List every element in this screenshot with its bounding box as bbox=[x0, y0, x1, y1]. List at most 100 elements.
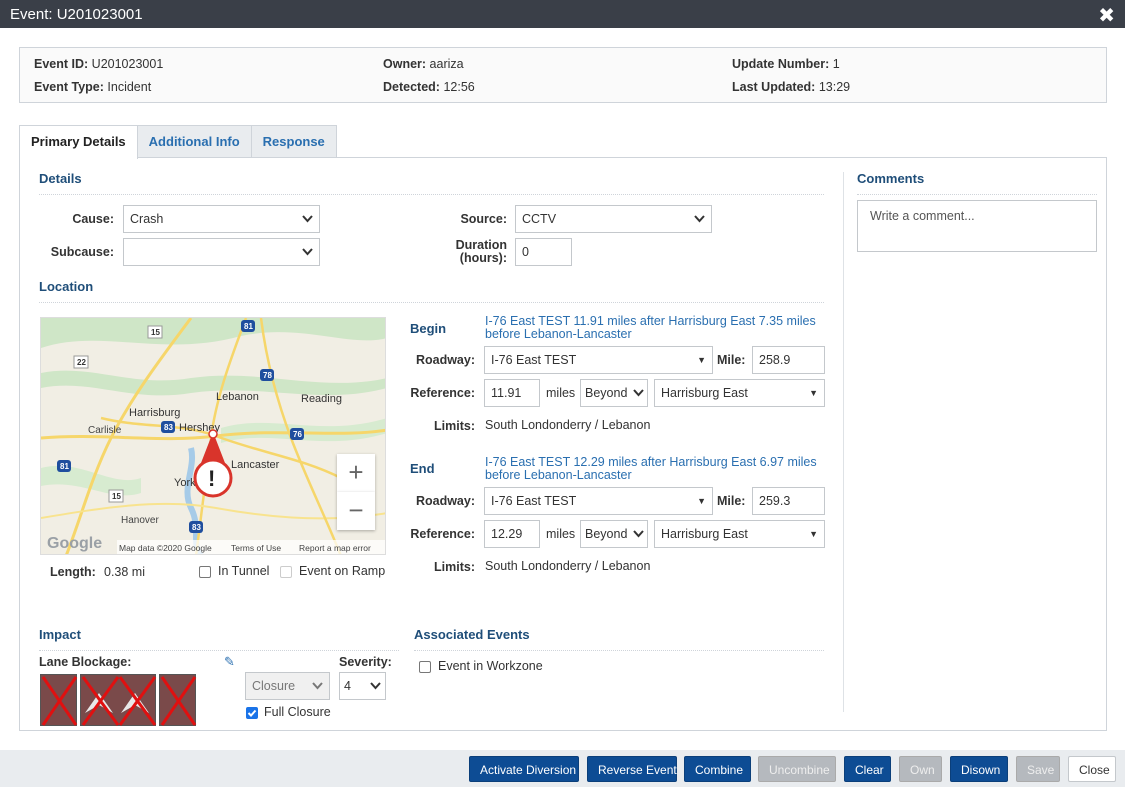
details-title: Details bbox=[39, 171, 82, 186]
save-button[interactable]: Save bbox=[1016, 756, 1060, 782]
lane-blocked-icon[interactable] bbox=[40, 674, 78, 726]
begin-limits-value: South Londonderry / Lebanon bbox=[485, 418, 651, 432]
route-shield: 83 bbox=[192, 523, 201, 532]
event-type: Event Type: Incident bbox=[34, 80, 152, 94]
chevron-down-icon bbox=[633, 521, 644, 547]
own-button[interactable]: Own bbox=[899, 756, 942, 782]
activate-diversion-button[interactable]: Activate Diversion bbox=[469, 756, 579, 782]
begin-reference-label: Reference: bbox=[410, 386, 475, 400]
cause-select[interactable]: Crash bbox=[123, 205, 320, 233]
reverse-event-button[interactable]: Reverse Event bbox=[587, 756, 677, 782]
tab-response[interactable]: Response bbox=[250, 125, 337, 158]
route-shield: 15 bbox=[112, 492, 121, 501]
associated-events-title: Associated Events bbox=[414, 627, 530, 642]
uncombine-button[interactable]: Uncombine bbox=[758, 756, 836, 782]
chevron-down-icon bbox=[302, 239, 313, 265]
caret-down-icon: ▼ bbox=[697, 496, 706, 506]
location-title: Location bbox=[39, 279, 94, 294]
event-summary: Event ID: U201023001 Event Type: Inciden… bbox=[19, 47, 1107, 103]
column-divider bbox=[843, 172, 844, 712]
impact-divider bbox=[39, 650, 399, 651]
begin-ref-point-select[interactable]: Harrisburg East ▼ bbox=[654, 379, 825, 407]
end-miles-unit: miles bbox=[546, 527, 576, 541]
source-select[interactable]: CCTV bbox=[515, 205, 712, 233]
lane-blockage-label: Lane Blockage: bbox=[39, 655, 132, 669]
begin-roadway-select[interactable]: I-76 East TEST ▼ bbox=[484, 346, 713, 374]
full-closure-checkbox[interactable] bbox=[246, 707, 258, 719]
route-shield: 76 bbox=[293, 430, 302, 439]
map-label: Lancaster bbox=[231, 459, 280, 471]
in-tunnel-label: In Tunnel bbox=[218, 564, 270, 578]
map-zoom-out-button[interactable]: − bbox=[337, 492, 375, 530]
event-id: Event ID: U201023001 bbox=[34, 57, 164, 71]
lane-blocked-icon[interactable] bbox=[159, 674, 197, 726]
location-divider bbox=[39, 302, 824, 303]
closure-select[interactable]: Closure bbox=[245, 672, 330, 700]
begin-mile-input[interactable]: 258.9 bbox=[752, 346, 825, 374]
begin-direction-select[interactable]: Beyond bbox=[580, 379, 648, 407]
google-logo: Google bbox=[47, 535, 102, 552]
end-limits-label: Limits: bbox=[434, 560, 475, 574]
end-mile-input[interactable]: 259.3 bbox=[752, 487, 825, 515]
owner: Owner: aariza bbox=[383, 57, 464, 71]
details-divider bbox=[39, 194, 824, 195]
map-label: Harrisburg bbox=[129, 407, 180, 419]
event-on-ramp-checkbox[interactable] bbox=[280, 566, 292, 578]
duration-input[interactable]: 0 bbox=[515, 238, 572, 266]
route-shield: 81 bbox=[244, 322, 253, 331]
end-description-link[interactable]: I-76 East TEST 12.29 miles after Harrisb… bbox=[485, 456, 830, 482]
begin-miles-unit: miles bbox=[546, 386, 576, 400]
length-label: Length: bbox=[50, 565, 96, 579]
close-icon[interactable]: ✖ bbox=[1098, 3, 1115, 28]
route-shield: 78 bbox=[263, 371, 272, 380]
caret-down-icon: ▼ bbox=[809, 529, 818, 539]
begin-description-link[interactable]: I-76 East TEST 11.91 miles after Harrisb… bbox=[485, 315, 830, 341]
combine-button[interactable]: Combine bbox=[684, 756, 751, 782]
subcause-select[interactable] bbox=[123, 238, 320, 266]
begin-reference-input[interactable]: 11.91 bbox=[484, 379, 540, 407]
cause-label: Cause: bbox=[72, 212, 114, 226]
location-map[interactable]: Harrisburg Hershey Lebanon Reading Carli… bbox=[40, 317, 386, 555]
event-on-ramp-label: Event on Ramp bbox=[299, 564, 386, 578]
map-label: Hanover bbox=[121, 515, 159, 526]
map-attribution: Map data ©2020 Google bbox=[119, 543, 212, 553]
event-in-workzone-checkbox[interactable] bbox=[419, 661, 431, 673]
disown-button[interactable]: Disown bbox=[950, 756, 1008, 782]
in-tunnel-checkbox[interactable] bbox=[199, 566, 211, 578]
close-button[interactable]: Close bbox=[1068, 756, 1116, 782]
map-zoom-in-button[interactable]: + bbox=[337, 454, 375, 492]
map-label: Reading bbox=[301, 393, 342, 405]
lane-blocked-icon[interactable] bbox=[80, 674, 157, 726]
associated-divider bbox=[414, 650, 824, 651]
begin-title: Begin bbox=[410, 321, 447, 336]
source-label: Source: bbox=[460, 212, 507, 226]
map-label: York bbox=[174, 477, 196, 489]
window-title: Event: U201023001 bbox=[10, 5, 143, 23]
tab-bar: Primary Details Additional Info Response bbox=[19, 125, 337, 159]
svg-text:!: ! bbox=[208, 466, 215, 491]
edit-pencil-icon[interactable]: ✎ bbox=[224, 654, 235, 670]
end-ref-point-select[interactable]: Harrisburg East ▼ bbox=[654, 520, 825, 548]
chevron-down-icon bbox=[633, 380, 644, 406]
comments-title: Comments bbox=[857, 171, 925, 186]
action-bar: Activate Diversion Reverse Event Combine… bbox=[0, 750, 1125, 787]
tab-primary-details[interactable]: Primary Details bbox=[19, 125, 138, 159]
update-number: Update Number: 1 bbox=[732, 57, 840, 71]
window-titlebar: Event: U201023001 ✖ bbox=[0, 0, 1125, 28]
route-shield: 81 bbox=[60, 462, 69, 471]
last-updated: Last Updated: 13:29 bbox=[732, 80, 851, 94]
end-roadway-select[interactable]: I-76 East TEST ▼ bbox=[484, 487, 713, 515]
tab-additional-info[interactable]: Additional Info bbox=[136, 125, 252, 158]
end-roadway-label: Roadway: bbox=[415, 494, 475, 508]
end-reference-input[interactable]: 12.29 bbox=[484, 520, 540, 548]
comment-input[interactable]: Write a comment... bbox=[857, 200, 1097, 252]
severity-label: Severity: bbox=[339, 655, 392, 669]
caret-down-icon: ▼ bbox=[697, 355, 706, 365]
severity-select[interactable]: 4 bbox=[339, 672, 386, 700]
begin-limits-label: Limits: bbox=[434, 419, 475, 433]
end-title: End bbox=[410, 461, 435, 476]
end-mile-label: Mile: bbox=[717, 494, 746, 508]
end-direction-select[interactable]: Beyond bbox=[580, 520, 648, 548]
clear-button[interactable]: Clear bbox=[844, 756, 891, 782]
map-canvas: Harrisburg Hershey Lebanon Reading Carli… bbox=[41, 318, 385, 554]
